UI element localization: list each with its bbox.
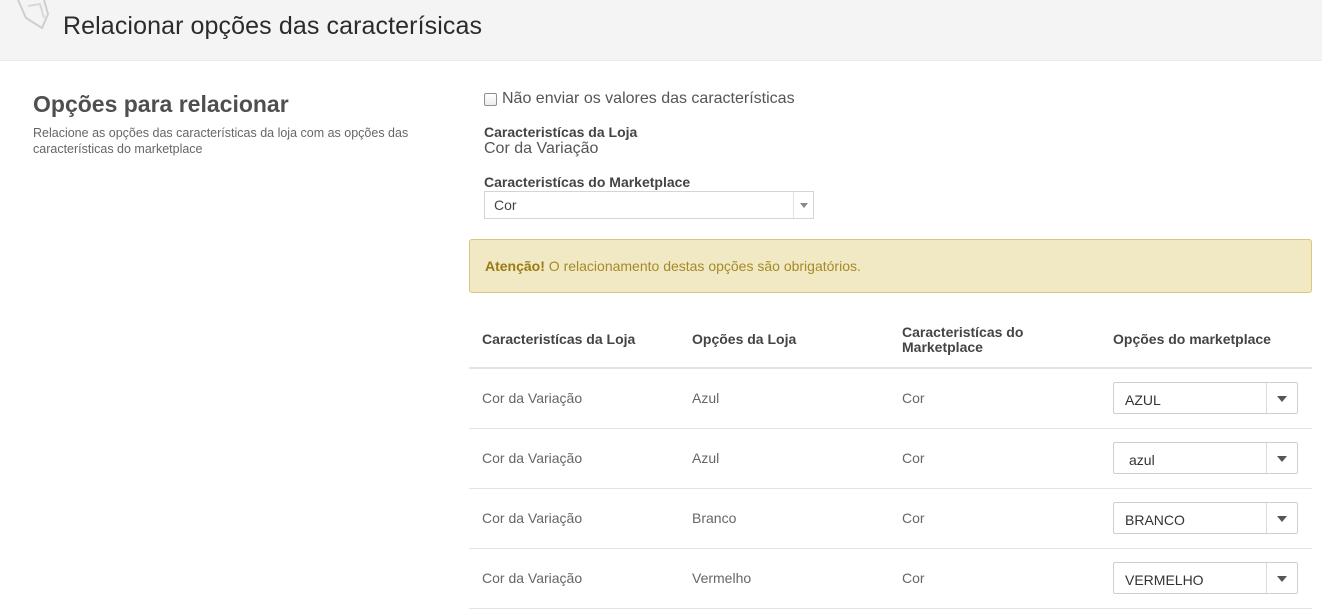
cell-store-option: Branco [692,510,737,526]
required-alert: Atenção! O relacionamento destas opções … [469,239,1312,293]
column-header-store-characteristic: Caracteristícas da Loja [482,331,636,347]
dropdown-toggle[interactable] [1266,563,1297,593]
marketplace-option-select[interactable]: BRANCO [1113,502,1298,534]
table-header: Caracteristícas da Loja Opções da Loja C… [469,310,1312,369]
cell-store-characteristic: Cor da Variação [482,570,583,586]
column-header-marketplace-option: Opções do marketplace [1113,331,1271,347]
alert-strong: Atenção! [485,258,545,274]
dropdown-toggle[interactable] [793,192,813,218]
marketplace-option-select[interactable]: AZUL [1113,382,1298,414]
no-send-values-label[interactable]: Não enviar os valores das característica… [502,90,795,108]
caret-down-icon [1277,456,1287,462]
no-send-values-option[interactable]: Não enviar os valores das característica… [484,88,795,110]
cell-store-characteristic: Cor da Variação [482,450,583,466]
section-title: Opções para relacionar [33,91,289,117]
marketplace-option-selected: VERMELHO [1125,572,1204,588]
cell-marketplace-characteristic: Cor [902,510,925,526]
chevron-down-icon [800,203,808,208]
page-title: Relacionar opções das caracterísicas [63,12,483,40]
document-icon [17,0,50,30]
characteristics-form: Não enviar os valores das característica… [484,88,814,219]
options-section-intro: Opções para relacionar Relacione as opçõ… [33,88,433,157]
cell-store-option: Azul [692,390,720,406]
marketplace-option-selected: azul [1129,452,1155,468]
cell-marketplace-characteristic: Cor [902,450,925,466]
caret-down-icon [1277,576,1287,582]
no-send-values-checkbox[interactable] [484,92,497,106]
cell-store-characteristic: Cor da Variação [482,390,583,406]
dropdown-toggle[interactable] [1266,443,1297,473]
caret-down-icon [1277,516,1287,522]
alert-text: O relacionamento destas opções são obrig… [544,258,861,274]
alert-message: Atenção! O relacionamento destas opções … [485,258,861,274]
column-header-store-option: Opções da Loja [692,331,797,347]
marketplace-characteristic: Caracteristícas do Marketplace Cor [484,174,824,219]
options-table: Caracteristícas da Loja Opções da Loja C… [469,310,1312,609]
table-row: Cor da Variação Vermelho Cor VERMELHO [469,549,1312,609]
table-row: Cor da Variação Azul Cor azul [469,429,1312,489]
cell-store-characteristic: Cor da Variação [482,510,583,526]
marketplace-characteristic-label: Caracteristícas do Marketplace [484,174,691,190]
page-header: Relacionar opções das caracterísicas [0,0,1322,61]
marketplace-characteristic-select[interactable]: Cor [484,191,814,219]
caret-down-icon [1277,396,1287,402]
section-description: Relacione as opções das características … [33,126,409,156]
cell-store-option: Azul [692,450,720,466]
marketplace-option-selected: AZUL [1125,392,1161,408]
cell-marketplace-characteristic: Cor [902,390,925,406]
table-row: Cor da Variação Branco Cor BRANCO [469,489,1312,549]
dropdown-toggle[interactable] [1266,503,1297,533]
column-header-marketplace-characteristic: Caracteristícas do Marketplace [902,324,1024,355]
marketplace-characteristic-selected: Cor [494,197,517,213]
marketplace-option-select[interactable]: azul [1113,442,1298,474]
marketplace-option-selected: BRANCO [1125,512,1185,528]
store-characteristic: Caracteristícas da Loja Cor da Variação [484,124,824,158]
store-characteristic-value: Cor da Variação [484,140,599,157]
marketplace-option-select[interactable]: VERMELHO [1113,562,1298,594]
store-characteristic-label: Caracteristícas da Loja [484,124,638,140]
table-row: Cor da Variação Azul Cor AZUL [469,369,1312,429]
dropdown-toggle[interactable] [1266,383,1297,413]
cell-store-option: Vermelho [692,570,752,586]
cell-marketplace-characteristic: Cor [902,570,925,586]
